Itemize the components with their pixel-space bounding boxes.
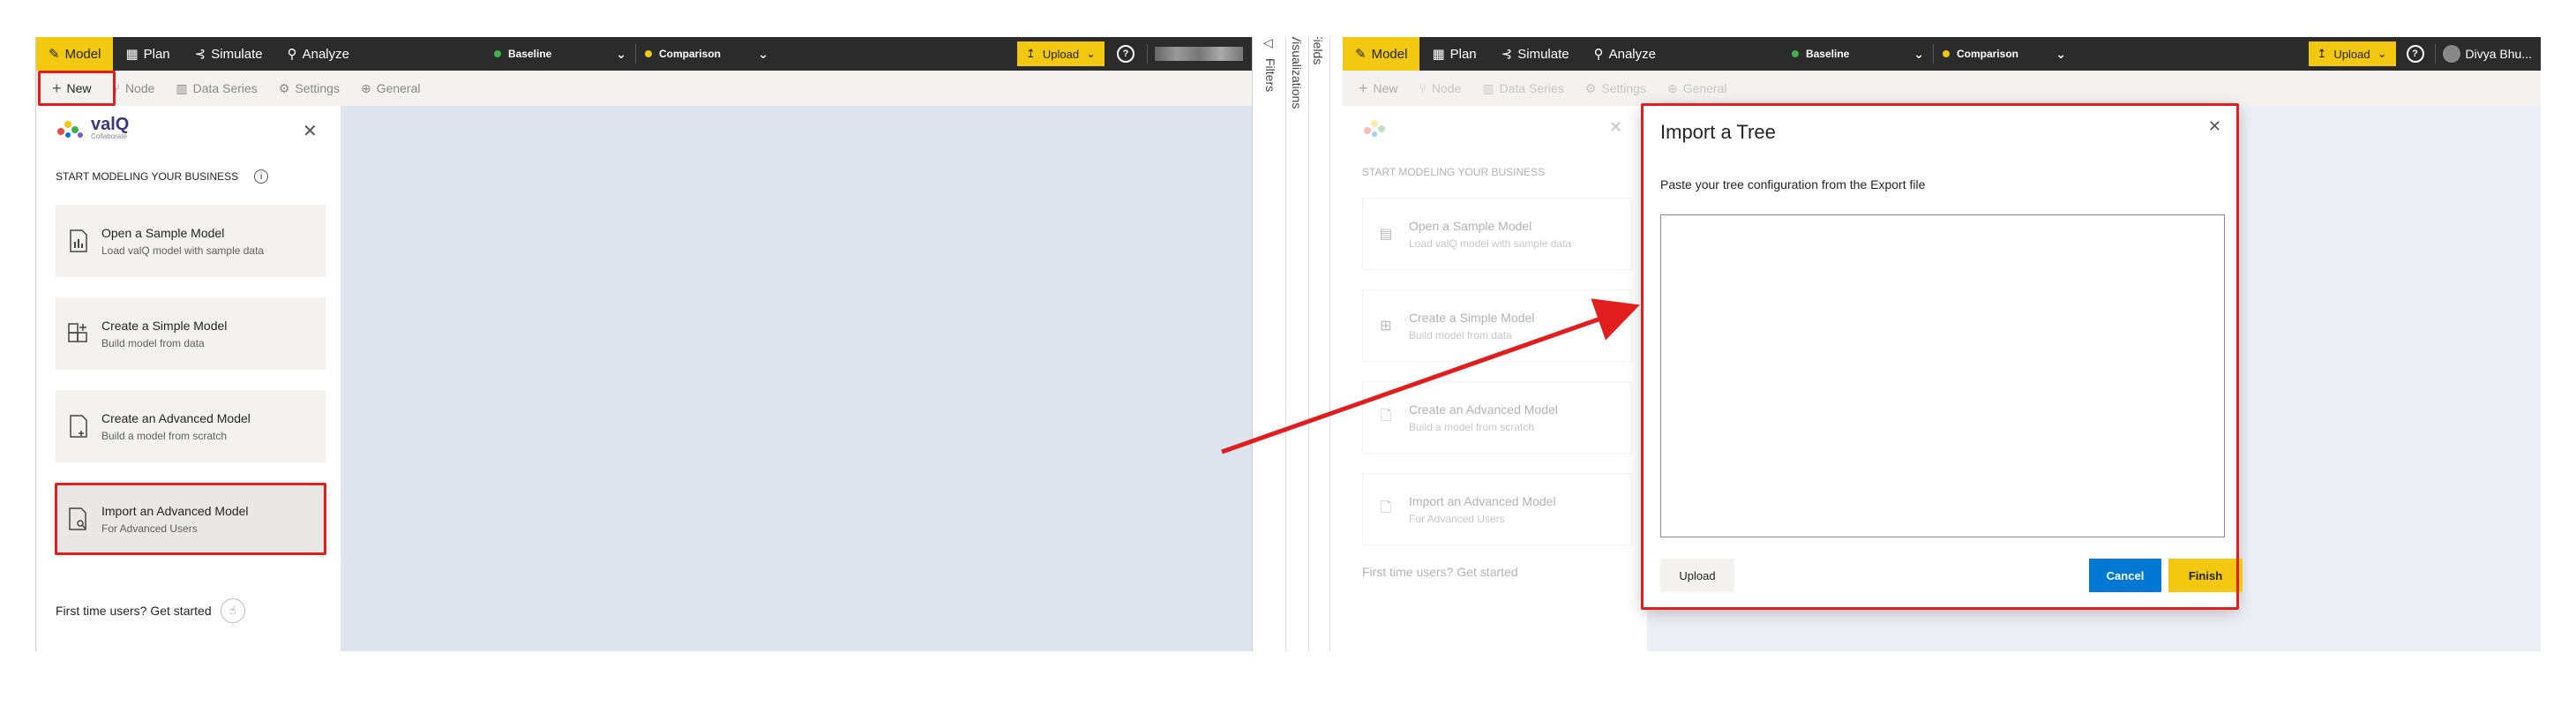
annotation-arrow [1221, 298, 1640, 454]
